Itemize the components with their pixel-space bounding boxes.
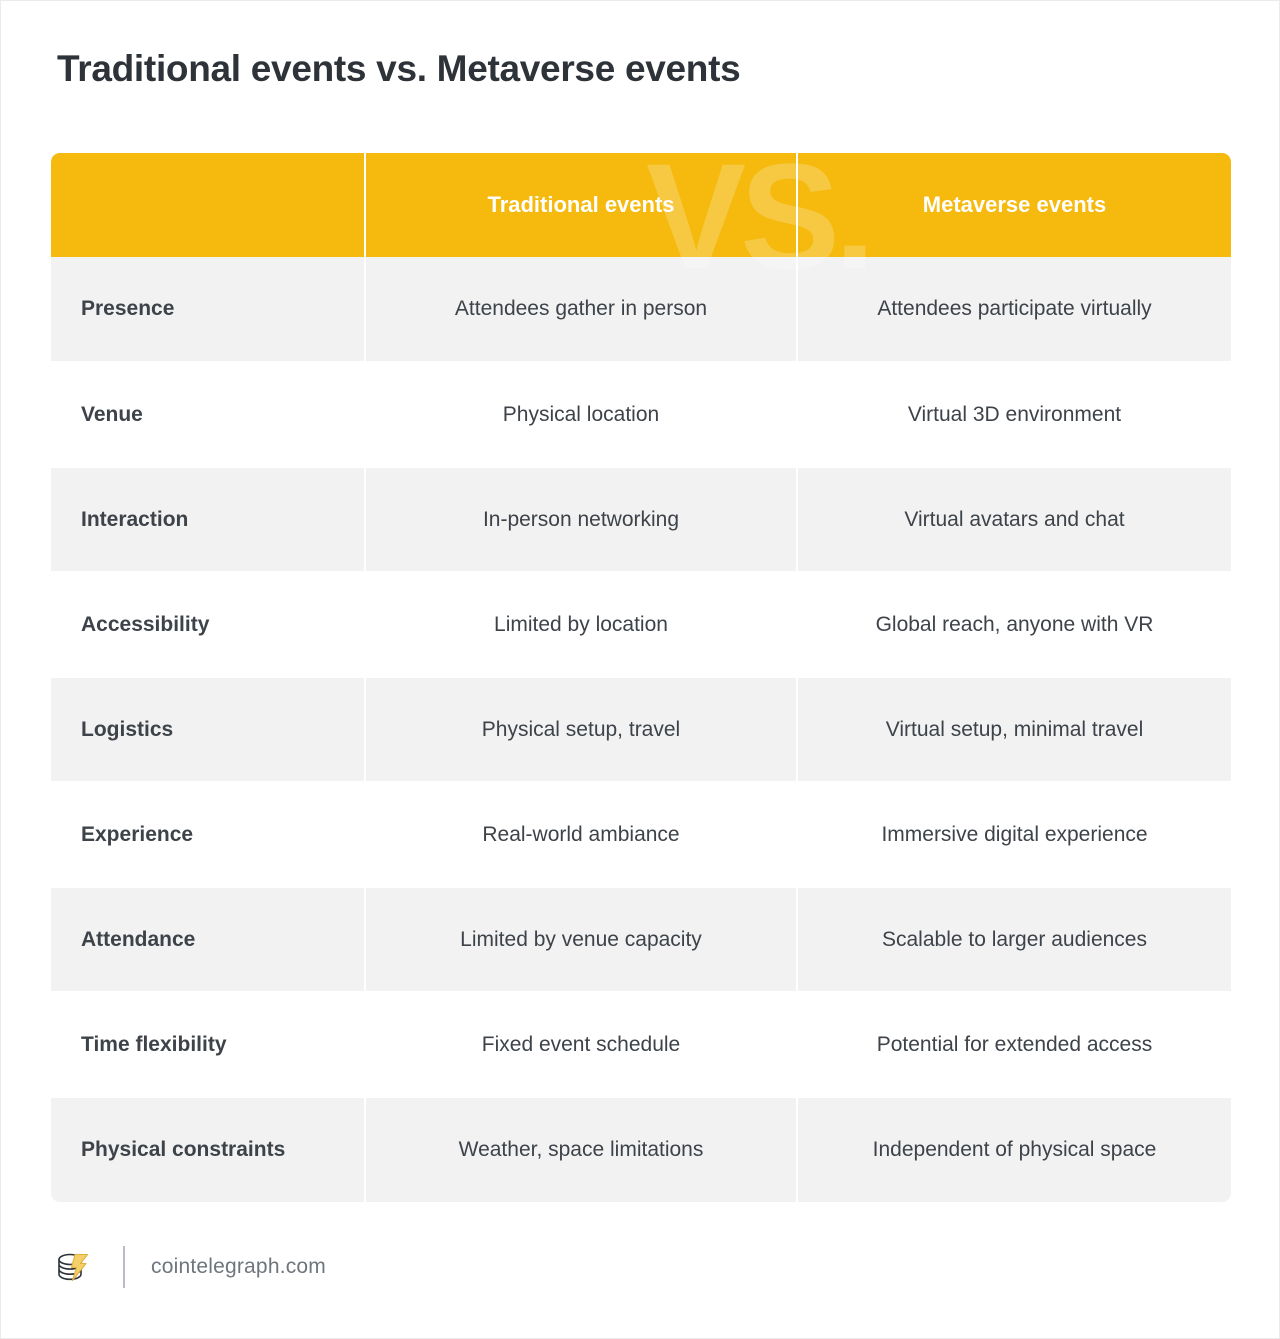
cell-metaverse: Attendees participate virtually	[797, 257, 1231, 363]
cell-metaverse: Global reach, anyone with VR	[797, 572, 1231, 678]
footer-divider	[123, 1246, 125, 1288]
row-label: Experience	[51, 782, 366, 888]
cell-metaverse: Virtual 3D environment	[797, 362, 1231, 468]
table-row: Experience Real-world ambiance Immersive d…	[51, 782, 1231, 888]
cell-metaverse: Independent of physical space	[797, 1097, 1231, 1202]
table-row: Presence Attendees gather in person Attend…	[51, 257, 1231, 363]
cell-traditional: In-person networking	[365, 467, 798, 573]
cell-traditional: Limited by venue capacity	[365, 887, 798, 993]
cell-traditional: Attendees gather in person	[365, 257, 798, 363]
column-header-blank	[51, 153, 366, 257]
row-label: Attendance	[51, 887, 366, 993]
row-label: Presence	[51, 257, 366, 363]
cointelegraph-coin-stack-bolt-icon	[51, 1245, 95, 1289]
row-label: Time flexibility	[51, 992, 366, 1098]
cell-metaverse: Virtual setup, minimal travel	[797, 677, 1231, 783]
footer-site-link[interactable]: cointelegraph.com	[151, 1255, 326, 1279]
cell-traditional: Real-world ambiance	[365, 782, 798, 888]
column-header-metaverse: Metaverse events	[797, 153, 1231, 257]
cell-traditional: Fixed event schedule	[365, 992, 798, 1098]
row-label: Physical constraints	[51, 1097, 366, 1202]
row-label: Logistics	[51, 677, 366, 783]
column-header-traditional: Traditional events	[365, 153, 798, 257]
table-row: Accessibility Limited by location Global r…	[51, 572, 1231, 678]
cell-metaverse: Scalable to larger audiences	[797, 887, 1231, 993]
cell-metaverse: Potential for extended access	[797, 992, 1231, 1098]
cell-traditional: Weather, space limitations	[365, 1097, 798, 1202]
cell-metaverse: Virtual avatars and chat	[797, 467, 1231, 573]
cell-traditional: Limited by location	[365, 572, 798, 678]
row-label: Venue	[51, 362, 366, 468]
table-header: Traditional events Metaverse events	[51, 153, 1231, 257]
table-row: Time flexibility Fixed event schedule Pote…	[51, 992, 1231, 1098]
comparison-table: Traditional events Metaverse events Pres…	[51, 153, 1231, 1202]
table-body: Presence Attendees gather in person Attend…	[51, 257, 1231, 1202]
infographic-page: Traditional events vs. Metaverse events …	[0, 0, 1280, 1339]
cell-metaverse: Immersive digital experience	[797, 782, 1231, 888]
table-row: Logistics Physical setup, travel Virtual s…	[51, 677, 1231, 783]
table-row: Venue Physical location Virtual 3D environ…	[51, 362, 1231, 468]
table-row: Attendance Limited by venue capacity Scala…	[51, 887, 1231, 993]
cell-traditional: Physical setup, travel	[365, 677, 798, 783]
cell-traditional: Physical location	[365, 362, 798, 468]
header-row: Traditional events Metaverse events	[51, 153, 1231, 257]
table-row: Physical constraints Weather, space limit…	[51, 1097, 1231, 1202]
row-label: Accessibility	[51, 572, 366, 678]
footer: cointelegraph.com	[51, 1237, 326, 1297]
comparison-table-wrapper: Traditional events Metaverse events Pres…	[51, 153, 1231, 1202]
row-label: Interaction	[51, 467, 366, 573]
table-row: Interaction In-person networking Virtual a…	[51, 467, 1231, 573]
page-title: Traditional events vs. Metaverse events	[57, 48, 741, 89]
